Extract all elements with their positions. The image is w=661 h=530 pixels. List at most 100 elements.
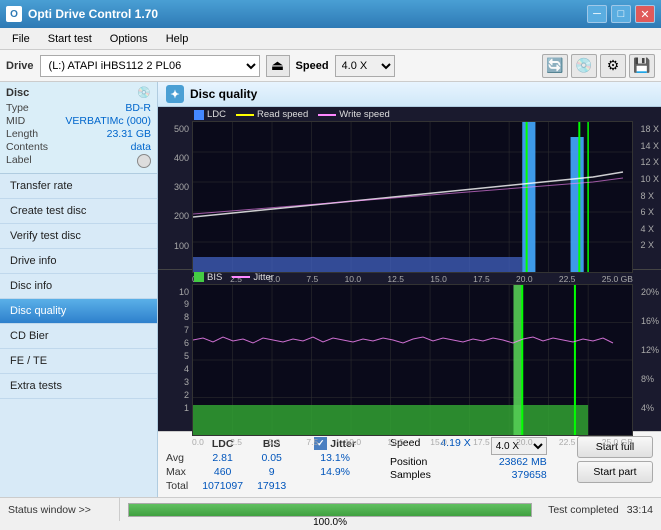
status-window-button[interactable]: Status window >> bbox=[0, 498, 120, 521]
y2r-8: 8% bbox=[641, 375, 654, 384]
menu-help[interactable]: Help bbox=[158, 31, 197, 47]
menu-options[interactable]: Options bbox=[102, 31, 156, 47]
avg-bis: 0.05 bbox=[257, 451, 300, 465]
start-part-button[interactable]: Start part bbox=[577, 461, 653, 483]
sidebar-item-transfer-rate[interactable]: Transfer rate bbox=[0, 174, 157, 199]
legend-readspeed: Read speed bbox=[236, 109, 308, 120]
disc-mid-row: MID VERBATIMc (000) bbox=[6, 115, 151, 127]
y2r-16: 16% bbox=[641, 317, 659, 326]
toolbar: Drive (L:) ATAPI iHBS112 2 PL06 ⏏ Speed … bbox=[0, 50, 661, 82]
sidebar-item-disc-quality[interactable]: Disc quality bbox=[0, 299, 157, 324]
y2-1: 1 bbox=[184, 404, 189, 413]
save-icon-btn[interactable]: 💾 bbox=[629, 54, 655, 78]
max-label: Max bbox=[166, 465, 202, 479]
avg-jitter: 13.1% bbox=[314, 451, 370, 465]
app-title: Opti Drive Control 1.70 bbox=[28, 7, 158, 21]
sidebar-item-cd-bier[interactable]: CD Bier bbox=[0, 324, 157, 349]
sidebar-item-disc-info[interactable]: Disc info bbox=[0, 274, 157, 299]
y2-4: 4 bbox=[184, 365, 189, 374]
position-row: Position 23862 MB bbox=[390, 456, 547, 468]
eject-button[interactable]: ⏏ bbox=[266, 55, 290, 77]
disc-mid-val: VERBATIMc (000) bbox=[65, 115, 151, 127]
drive-label: Drive bbox=[6, 60, 34, 72]
x2-175: 17.5 bbox=[473, 437, 490, 447]
maximize-button[interactable]: □ bbox=[611, 5, 631, 23]
disc-quality-title: Disc quality bbox=[190, 87, 257, 101]
menu-start-test[interactable]: Start test bbox=[40, 31, 100, 47]
close-button[interactable]: ✕ bbox=[635, 5, 655, 23]
minimize-button[interactable]: ─ bbox=[587, 5, 607, 23]
window-controls: ─ □ ✕ bbox=[587, 5, 655, 23]
max-jitter: 14.9% bbox=[314, 465, 370, 479]
legend-ldc: LDC bbox=[194, 109, 226, 120]
content-area: ✦ Disc quality 500 400 300 200 100 18 X … bbox=[158, 82, 661, 497]
disc-type-row: Type BD-R bbox=[6, 102, 151, 114]
chart2-x-axis: 0.0 2.5 5.0 7.5 10.0 12.5 15.0 17.5 20.0… bbox=[192, 436, 633, 447]
chart1-container: 500 400 300 200 100 18 X 14 X 12 X 10 X … bbox=[158, 107, 661, 270]
progress-container: 100.0% bbox=[120, 503, 540, 517]
disc-contents-row: Contents data bbox=[6, 141, 151, 153]
chart1-visual bbox=[192, 121, 633, 273]
disc-label-row: Label bbox=[6, 154, 151, 168]
speed-select-toolbar[interactable]: 4.0 X bbox=[335, 55, 395, 77]
status-window-label: Status window >> bbox=[8, 504, 91, 516]
sidebar-item-fe-te[interactable]: FE / TE bbox=[0, 349, 157, 374]
sidebar-item-verify-test-disc[interactable]: Verify test disc bbox=[0, 224, 157, 249]
disc-label-val bbox=[137, 154, 151, 168]
disc-type-val: BD-R bbox=[125, 102, 151, 114]
y1r-12x: 12 X bbox=[640, 158, 659, 167]
disc-icon-btn[interactable]: 💿 bbox=[571, 54, 597, 78]
x2-75: 7.5 bbox=[306, 437, 318, 447]
y2-3: 3 bbox=[184, 378, 189, 387]
x2-50: 5.0 bbox=[268, 437, 280, 447]
samples-val: 379658 bbox=[512, 469, 547, 481]
disc-length-val: 23.31 GB bbox=[107, 128, 151, 140]
chart1-legend: LDC Read speed Write speed bbox=[192, 107, 633, 121]
y1-300: 300 bbox=[174, 183, 189, 192]
y2-8: 8 bbox=[184, 313, 189, 322]
y2r-4: 4% bbox=[641, 404, 654, 413]
legend-jitter-label: Jitter bbox=[253, 272, 274, 283]
menu-file[interactable]: File bbox=[4, 31, 38, 47]
stats-row-max: Max 460 9 14.9% bbox=[166, 465, 370, 479]
legend-writespeed: Write speed bbox=[318, 109, 390, 120]
refresh-icon-btn[interactable]: 🔄 bbox=[542, 54, 568, 78]
y1-500: 500 bbox=[174, 125, 189, 134]
progress-fill bbox=[129, 504, 531, 516]
x2-200: 20.0 bbox=[516, 437, 533, 447]
x2-150: 15.0 bbox=[430, 437, 447, 447]
disc-panel-icon: 💿 bbox=[137, 86, 151, 99]
settings-icon-btn[interactable]: ⚙ bbox=[600, 54, 626, 78]
stats-row-avg: Avg 2.81 0.05 13.1% bbox=[166, 451, 370, 465]
sidebar-item-drive-info[interactable]: Drive info bbox=[0, 249, 157, 274]
disc-length-row: Length 23.31 GB bbox=[6, 128, 151, 140]
progress-text: 100.0% bbox=[129, 516, 531, 530]
x2-125: 12.5 bbox=[387, 437, 404, 447]
legend-bis-label: BIS bbox=[207, 272, 222, 283]
samples-label: Samples bbox=[390, 469, 431, 481]
max-bis: 9 bbox=[257, 465, 300, 479]
sidebar-item-create-test-disc[interactable]: Create test disc bbox=[0, 199, 157, 224]
disc-info-panel: Disc 💿 Type BD-R MID VERBATIMc (000) Len… bbox=[0, 82, 157, 174]
y1r-8x: 8 X bbox=[640, 192, 654, 201]
sidebar-item-extra-tests[interactable]: Extra tests bbox=[0, 374, 157, 399]
app-icon: O bbox=[6, 6, 22, 22]
y2-10: 10 bbox=[179, 288, 189, 297]
total-ldc: 1071097 bbox=[202, 479, 257, 493]
legend-jitter: Jitter bbox=[232, 272, 274, 283]
x2-250: 25.0 GB bbox=[602, 437, 633, 447]
legend-writespeed-color bbox=[318, 114, 336, 116]
progress-bar: 100.0% bbox=[128, 503, 532, 517]
y2-7: 7 bbox=[184, 326, 189, 335]
y2r-12: 12% bbox=[641, 346, 659, 355]
avg-ldc: 2.81 bbox=[202, 451, 257, 465]
x2-0: 0.0 bbox=[192, 437, 204, 447]
y1-200: 200 bbox=[174, 212, 189, 221]
legend-writespeed-label: Write speed bbox=[339, 109, 390, 120]
x2-100: 10.0 bbox=[345, 437, 362, 447]
avg-label: Avg bbox=[166, 451, 202, 465]
drive-select[interactable]: (L:) ATAPI iHBS112 2 PL06 bbox=[40, 55, 260, 77]
title-bar: O Opti Drive Control 1.70 ─ □ ✕ bbox=[0, 0, 661, 28]
disc-quality-icon: ✦ bbox=[166, 85, 184, 103]
sidebar: Disc 💿 Type BD-R MID VERBATIMc (000) Len… bbox=[0, 82, 158, 497]
